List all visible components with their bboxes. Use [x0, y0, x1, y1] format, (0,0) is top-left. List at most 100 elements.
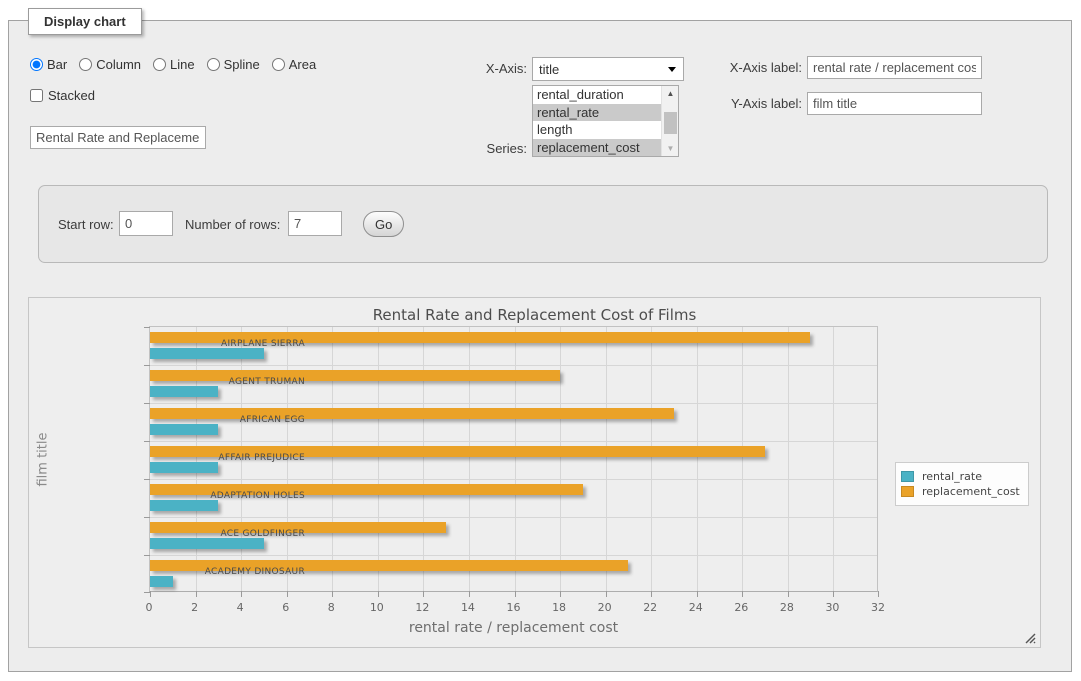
legend-label: rental_rate [922, 470, 982, 483]
x-tick-label: 4 [225, 601, 255, 614]
chart-type-option-area: Area [272, 57, 316, 72]
legend-swatch-icon [901, 486, 914, 497]
category-label: AFRICAN EGG [145, 415, 305, 425]
vertical-gridline [833, 327, 834, 591]
x-axis-tick [378, 591, 379, 597]
chart-type-option-line: Line [153, 57, 195, 72]
category-label: AFFAIR PREJUDICE [145, 453, 305, 463]
chart-type-radio-label: Spline [224, 57, 260, 72]
y-axis-tick [144, 517, 150, 518]
chart-type-radio-column[interactable] [79, 58, 92, 71]
x-axis-tick [833, 591, 834, 597]
scrollbar-down-icon[interactable]: ▼ [662, 141, 679, 156]
x-tick-label: 22 [635, 601, 665, 614]
x-tick-label: 8 [316, 601, 346, 614]
x-axis-label-input[interactable] [807, 56, 982, 79]
go-button[interactable]: Go [363, 211, 404, 237]
fieldset-legend: Display chart [28, 8, 142, 35]
chart-type-radio-label: Bar [47, 57, 67, 72]
category-label: ADAPTATION HOLES [145, 491, 305, 501]
stacked-checkbox[interactable] [30, 89, 43, 102]
chart-title-input[interactable] [30, 126, 206, 149]
chart-type-radio-area[interactable] [272, 58, 285, 71]
category-label: ACE GOLDFINGER [145, 529, 305, 539]
x-axis-tick [788, 591, 789, 597]
chart-type-radio-line[interactable] [153, 58, 166, 71]
series-option-length[interactable]: length [533, 121, 661, 139]
x-axis-tick [560, 591, 561, 597]
horizontal-gridline [150, 365, 877, 366]
x-axis-tick [651, 591, 652, 597]
x-axis-tick [606, 591, 607, 597]
stacked-label: Stacked [48, 88, 95, 103]
category-label: AIRPLANE SIERRA [145, 339, 305, 349]
legend-swatch-icon [901, 471, 914, 482]
rental_rate-bar [150, 576, 173, 587]
y-axis-tick [144, 403, 150, 404]
y-axis-tick [144, 441, 150, 442]
legend-label: replacement_cost [922, 485, 1020, 498]
x-axis-tick [878, 591, 879, 597]
x-tick-label: 2 [180, 601, 210, 614]
series-multiselect[interactable]: rental_durationrental_ratelengthreplacem… [532, 85, 679, 157]
row-range-panel: Start row: Number of rows: Go [38, 185, 1048, 263]
vertical-gridline [515, 327, 516, 591]
stacked-checkbox-row: Stacked [30, 88, 95, 103]
scrollbar-up-icon[interactable]: ▲ [662, 86, 679, 101]
chart-type-radio-label: Column [96, 57, 141, 72]
vertical-gridline [423, 327, 424, 591]
chart-type-option-bar: Bar [30, 57, 67, 72]
chart-container: Rental Rate and Replacement Cost of Film… [28, 297, 1041, 648]
x-axis-label-caption: X-Axis label: [712, 60, 802, 75]
x-axis-tick [196, 591, 197, 597]
series-scrollbar[interactable]: ▲ ▼ [661, 86, 678, 156]
vertical-gridline [651, 327, 652, 591]
horizontal-gridline [150, 479, 877, 480]
vertical-gridline [332, 327, 333, 591]
vertical-gridline [742, 327, 743, 591]
vertical-gridline [697, 327, 698, 591]
rental_rate-bar [150, 424, 218, 435]
y-axis-label-caption: Y-Axis label: [712, 96, 802, 111]
x-axis-tick [697, 591, 698, 597]
x-axis-select-label: X-Axis: [478, 61, 527, 76]
chart-type-radio-bar[interactable] [30, 58, 43, 71]
start-row-input[interactable] [119, 211, 173, 236]
vertical-gridline [469, 327, 470, 591]
x-axis-selected-value: title [539, 62, 559, 77]
vertical-gridline [560, 327, 561, 591]
x-axis-tick [469, 591, 470, 597]
x-axis-select[interactable]: title [532, 57, 684, 81]
vertical-gridline [378, 327, 379, 591]
chart-type-radio-label: Line [170, 57, 195, 72]
vertical-gridline [788, 327, 789, 591]
rental_rate-bar [150, 462, 218, 473]
horizontal-gridline [150, 517, 877, 518]
scrollbar-thumb[interactable] [664, 112, 677, 134]
chart-type-radio-label: Area [289, 57, 316, 72]
y-axis-label-input[interactable] [807, 92, 982, 115]
chart-type-radio-spline[interactable] [207, 58, 220, 71]
x-axis-tick [515, 591, 516, 597]
start-row-label: Start row: [58, 217, 114, 232]
horizontal-gridline [150, 441, 877, 442]
y-axis-tick [144, 555, 150, 556]
num-rows-label: Number of rows: [185, 217, 280, 232]
resize-handle-icon[interactable] [1025, 633, 1036, 644]
horizontal-gridline [150, 403, 877, 404]
chart-type-option-spline: Spline [207, 57, 260, 72]
x-tick-label: 18 [544, 601, 574, 614]
x-axis-tick [332, 591, 333, 597]
category-label: ACADEMY DINOSAUR [145, 567, 305, 577]
chart-title: Rental Rate and Replacement Cost of Film… [29, 306, 1040, 324]
category-label: AGENT TRUMAN [145, 377, 305, 387]
series-option-rental_rate[interactable]: rental_rate [533, 104, 661, 122]
series-option-rental_duration[interactable]: rental_duration [533, 86, 661, 104]
series-option-replacement_cost[interactable]: replacement_cost [533, 139, 661, 157]
series-options: rental_durationrental_ratelengthreplacem… [533, 86, 661, 156]
x-tick-label: 30 [817, 601, 847, 614]
num-rows-input[interactable] [288, 211, 342, 236]
horizontal-gridline [150, 555, 877, 556]
x-tick-label: 12 [407, 601, 437, 614]
series-select-label: Series: [479, 141, 527, 156]
